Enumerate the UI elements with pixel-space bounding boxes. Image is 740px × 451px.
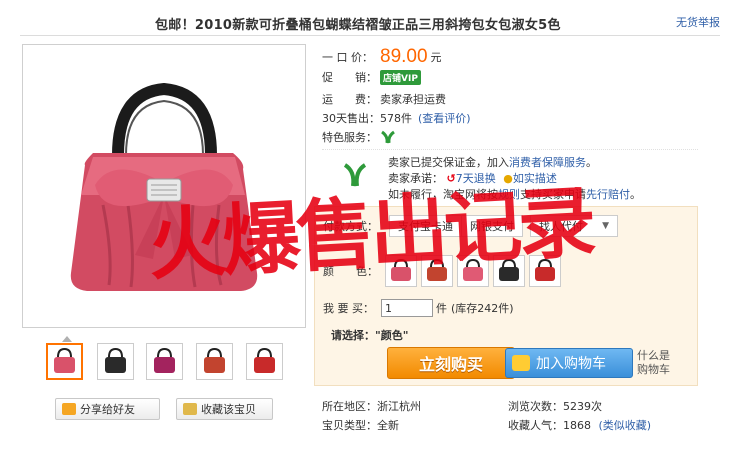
payment-tab-alipay-card[interactable]: 支付宝卡通 (389, 215, 462, 237)
report-link[interactable]: 无货举报 (676, 14, 720, 30)
payment-label: 付款方式： (323, 220, 378, 233)
color-swatch-2[interactable] (421, 255, 453, 287)
share-label: 分享给好友 (80, 403, 135, 416)
condition-label: 宝贝类型： (322, 419, 377, 432)
price-row: 一 口 价： 89.00 元 (322, 46, 442, 68)
handbag-image (70, 82, 258, 291)
shipping-row: 运 费： 卖家承担运费 (322, 90, 446, 108)
thumbnail-5[interactable] (246, 343, 283, 380)
return-icon: ↺ (446, 172, 456, 185)
service-line-3-mid: 支持买家申请 (520, 188, 586, 201)
quantity-label: 我 要 买： (323, 302, 374, 315)
promo-label: 促 销： (322, 71, 377, 84)
color-swatch-1[interactable] (385, 255, 417, 287)
price-label: 一 口 价： (322, 51, 373, 64)
share-icon (62, 403, 76, 415)
guarantee-icon (343, 163, 367, 187)
region-value: 浙江杭州 (377, 400, 421, 413)
shipping-label: 运 费： (322, 93, 377, 106)
color-swatch-5[interactable] (529, 255, 561, 287)
views-value: 5239次 (563, 400, 602, 413)
color-swatch-3[interactable] (457, 255, 489, 287)
seven-day-return-link[interactable]: 7天退换 (456, 172, 496, 185)
quantity-unit: 件 (436, 302, 447, 315)
service-row: 特色服务： (322, 128, 396, 146)
buy-now-button[interactable]: 立刻购买 (387, 347, 515, 379)
shipping-value: 卖家承担运费 (380, 93, 446, 106)
views: 浏览次数：5239次 (508, 398, 602, 414)
condition-value: 全新 (377, 419, 399, 432)
color-label: 颜 色： (323, 265, 378, 278)
favorite-button[interactable]: 收藏该宝贝 (176, 398, 273, 420)
service-line-1-text: 卖家已提交保证金，加入 (388, 156, 509, 169)
sold-value: 578件 (380, 112, 412, 125)
cart-icon (512, 355, 530, 371)
similar-favorites-link[interactable]: (类似收藏) (599, 419, 652, 432)
proxy-pay-select[interactable]: 找人代付 ▼ (530, 215, 618, 237)
share-button[interactable]: 分享给好友 (55, 398, 160, 420)
chevron-down-icon: ▼ (602, 221, 609, 231)
service-guarantee: 卖家已提交保证金，加入消费者保障服务。 卖家承诺： ↺7天退换 ●如实描述 如未… (322, 149, 698, 201)
service-line-3-end: 。 (630, 188, 641, 201)
leaf-icon (381, 130, 395, 144)
folder-icon (183, 403, 197, 415)
describe-icon: ● (503, 172, 513, 185)
thumbnail-strip (46, 343, 286, 383)
views-label: 浏览次数： (508, 400, 563, 413)
promo-row: 促 销： 店铺VIP (322, 68, 421, 86)
review-link[interactable]: (查看评价) (418, 110, 471, 126)
service-line-3: 如未履行，淘宝网将按规则支持买家申请先行赔付。 (388, 186, 641, 202)
color-row: 颜 色： (323, 255, 561, 287)
main-product-image[interactable] (22, 44, 306, 328)
sold-label: 30天售出： (322, 112, 380, 125)
title-bar: 包邮！2010新款可折叠桶包蝴蝶结褶皱正品三用斜挎包女包淑女5色 无货举报 (20, 8, 720, 36)
color-swatch-4[interactable] (493, 255, 525, 287)
pick-hint: 请选择："颜色" (331, 329, 409, 342)
quantity-row: 我 要 买： 1 件 (库存242件) (323, 299, 514, 317)
thumbnail-2[interactable] (97, 343, 134, 380)
region-label: 所在地区： (322, 400, 377, 413)
what-is-cart-link[interactable]: 什么是购物车 (637, 349, 677, 377)
price-value: 89.00 (380, 46, 428, 67)
popularity-label: 收藏人气： (508, 419, 563, 432)
popularity: 收藏人气：1868 (类似收藏) (508, 417, 651, 433)
popularity-value: 1868 (563, 419, 591, 432)
favorite-label: 收藏该宝贝 (201, 403, 256, 416)
region: 所在地区：浙江杭州 (322, 398, 421, 414)
service-line-2: 卖家承诺： ↺7天退换 ●如实描述 (388, 170, 557, 186)
condition: 宝贝类型：全新 (322, 417, 399, 433)
sold-row: 30天售出： 578件 (查看评价) (322, 109, 471, 127)
quantity-input[interactable]: 1 (381, 299, 433, 317)
promise-label: 卖家承诺： (388, 172, 443, 185)
price-unit: 元 (430, 51, 442, 64)
service-line-3-text: 如未履行，淘宝网将按 (388, 188, 498, 201)
thumbnail-pointer (62, 336, 72, 342)
advance-payment-link[interactable]: 先行赔付 (586, 188, 630, 201)
payment-row: 付款方式： 支付宝卡通 网银支付 找人代付 ▼ (323, 215, 618, 237)
rules-link[interactable]: 规则 (498, 188, 520, 201)
accurate-description-link[interactable]: 如实描述 (513, 172, 557, 185)
add-to-cart-label: 加入购物车 (536, 356, 606, 372)
service-line-1-end: 。 (586, 156, 597, 169)
thumbnail-4[interactable] (196, 343, 233, 380)
stock-text: (库存242件) (451, 302, 514, 315)
purchase-panel: 付款方式： 支付宝卡通 网银支付 找人代付 ▼ 颜 色： 我 要 买： 1 件 … (314, 206, 698, 386)
add-to-cart-button[interactable]: 加入购物车 (505, 348, 633, 378)
product-title: 包邮！2010新款可折叠桶包蝴蝶结褶皱正品三用斜挎包女包淑女5色 (155, 18, 561, 33)
thumbnail-1[interactable] (46, 343, 83, 380)
service-line-1: 卖家已提交保证金，加入消费者保障服务。 (388, 154, 597, 170)
payment-tab-netbank[interactable]: 网银支付 (461, 215, 523, 237)
proxy-pay-label: 找人代付 (539, 220, 583, 233)
vip-badge: 店铺VIP (380, 69, 421, 85)
thumbnail-3[interactable] (146, 343, 183, 380)
consumer-protection-link[interactable]: 消费者保障服务 (509, 156, 586, 169)
service-label: 特色服务： (322, 131, 377, 144)
